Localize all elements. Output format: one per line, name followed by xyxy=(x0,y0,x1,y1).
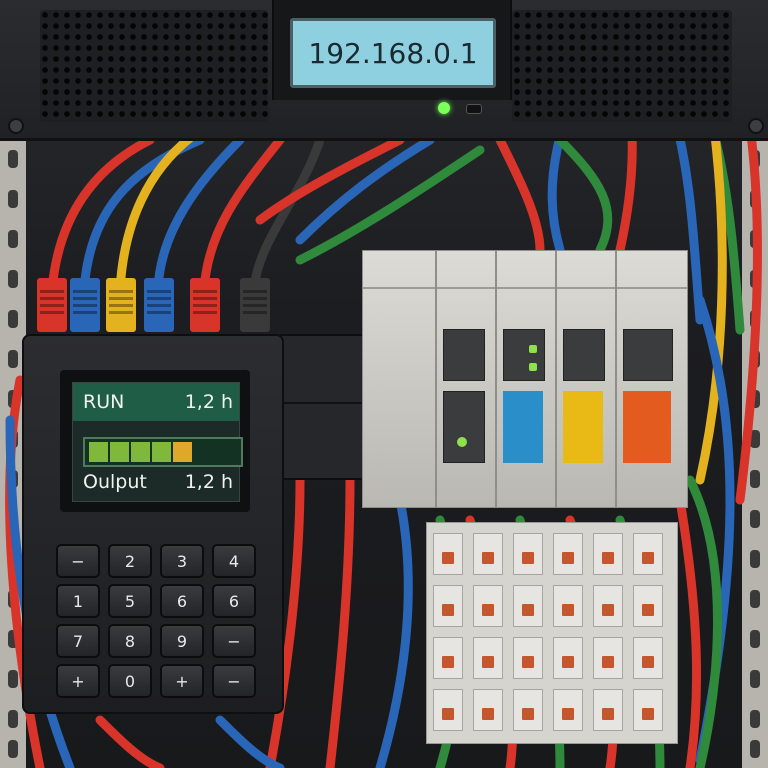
plc-module-2: 1 2 xyxy=(496,250,556,591)
router-vent-right xyxy=(512,10,732,122)
network-router: 192.168.0.1 xyxy=(0,0,768,141)
cable-red-7 xyxy=(675,495,702,768)
key-r3-c2[interactable]: 8 xyxy=(108,624,152,658)
cable-red-10 xyxy=(325,475,355,768)
key-r2-c1[interactable]: 1 xyxy=(56,584,100,618)
plug-black-1 xyxy=(240,278,270,332)
key-r3-c4[interactable]: − xyxy=(212,624,256,658)
plug-blue-1 xyxy=(70,278,100,332)
cable-green-3 xyxy=(555,135,613,255)
router-status-led-icon xyxy=(438,102,450,114)
ip-display-bezel: 192.168.0.1 xyxy=(272,0,512,100)
status-value: 1,2 h xyxy=(184,391,233,413)
progress-bar xyxy=(83,437,243,467)
key-r4-c1[interactable]: + xyxy=(56,664,100,698)
terminal-block xyxy=(426,522,678,744)
plc-module-3 xyxy=(556,250,616,508)
key-r1-c2[interactable]: 2 xyxy=(108,544,152,578)
plc-panel-blue: 1 2 xyxy=(503,391,543,591)
hmi-side-module xyxy=(278,334,368,480)
plug-red-1 xyxy=(37,278,67,332)
plc-module-rack: 1 2 xyxy=(362,250,690,591)
key-r3-c1[interactable]: 7 xyxy=(56,624,100,658)
plug-yellow-1 xyxy=(106,278,136,332)
plug-red-2 xyxy=(190,278,220,332)
key-r3-c3[interactable]: 9 xyxy=(160,624,204,658)
hmi-controller: RUN 1,2 h Oulput 1,2 h − 2 3 4 1 5 6 6 7… xyxy=(22,334,284,714)
plc-panel-yellow xyxy=(563,391,603,463)
cable-red-6 xyxy=(495,135,545,255)
keypad: − 2 3 4 1 5 6 6 7 8 9 − + 0 + − xyxy=(56,544,256,698)
plc-led-icon xyxy=(457,437,467,447)
output-value: 1,2 h xyxy=(184,471,233,493)
key-r4-c2[interactable]: 0 xyxy=(108,664,152,698)
router-port-icon xyxy=(466,104,482,114)
plc-module-1 xyxy=(436,250,496,508)
cable-red-13 xyxy=(95,715,165,768)
plc-led-icon xyxy=(529,363,537,371)
key-r1-c3[interactable]: 3 xyxy=(160,544,204,578)
plc-power-module xyxy=(362,250,436,508)
plug-blue-2 xyxy=(144,278,174,332)
key-r2-c4[interactable]: 6 xyxy=(212,584,256,618)
router-vent-left xyxy=(40,10,268,122)
plc-module-4 xyxy=(616,250,688,508)
hmi-screen-frame: RUN 1,2 h Oulput 1,2 h xyxy=(60,370,250,512)
status-label: RUN xyxy=(83,391,125,413)
output-label: Oulput xyxy=(83,471,147,493)
key-r2-c2[interactable]: 5 xyxy=(108,584,152,618)
key-r1-c4[interactable]: 4 xyxy=(212,544,256,578)
key-r2-c3[interactable]: 6 xyxy=(160,584,204,618)
plc-led-icon xyxy=(529,345,537,353)
key-r1-c1[interactable]: − xyxy=(56,544,100,578)
plc-panel-orange xyxy=(623,391,671,463)
hmi-screen: RUN 1,2 h Oulput 1,2 h xyxy=(72,382,243,502)
ip-address-display: 192.168.0.1 xyxy=(290,18,496,88)
screw-left-icon xyxy=(8,118,24,134)
server-rack-scene: 192.168.0.1 RUN 1,2 h Oulput 1,2 h − 2 3… xyxy=(0,0,768,768)
key-r4-c4[interactable]: − xyxy=(212,664,256,698)
screw-right-icon xyxy=(748,118,764,134)
cable-blue-8 xyxy=(375,495,413,768)
key-r4-c3[interactable]: + xyxy=(160,664,204,698)
